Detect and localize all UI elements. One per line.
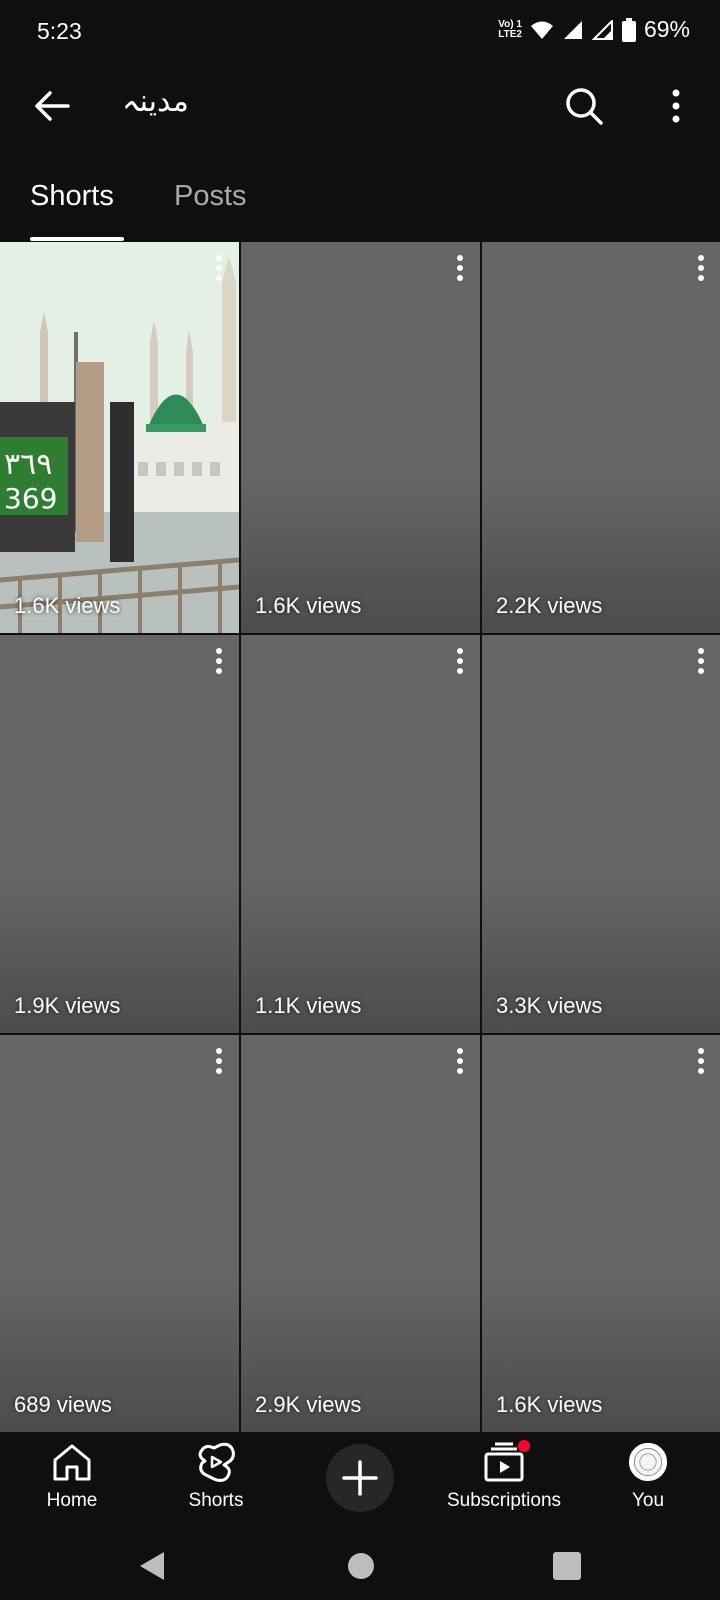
page-title: مدينہ: [122, 85, 189, 118]
nav-home-label: Home: [46, 1490, 98, 1511]
status-icons: Vo) 1 LTE2 69%: [498, 16, 690, 43]
home-icon: [53, 1444, 91, 1481]
signal-icon: [563, 20, 582, 39]
short-tile[interactable]: 3.3K views: [482, 635, 720, 1033]
battery-icon: [621, 17, 636, 42]
more-vert-icon[interactable]: [691, 1047, 711, 1075]
view-count: 1.6K views: [14, 593, 121, 618]
create-button[interactable]: [326, 1444, 394, 1512]
wifi-icon: [530, 21, 553, 39]
more-vert-icon[interactable]: [209, 254, 229, 282]
more-vert-icon[interactable]: [654, 84, 698, 128]
volte-indicator: Vo) 1 LTE2: [498, 18, 522, 40]
short-tile[interactable]: 2.9K views: [241, 1035, 480, 1432]
short-tile[interactable]: 1.1K views: [241, 635, 480, 1033]
short-tile[interactable]: 1.6K views: [482, 1035, 720, 1432]
view-count: 2.9K views: [255, 1392, 362, 1417]
short-tile[interactable]: 2.2K views: [482, 242, 720, 633]
nav-you-label: You: [631, 1490, 665, 1511]
view-count: 689 views: [14, 1392, 112, 1417]
signal-icon-2: [591, 19, 613, 40]
nav-you[interactable]: You: [578, 1442, 718, 1512]
more-vert-icon[interactable]: [450, 647, 470, 675]
system-back-icon[interactable]: [134, 1548, 170, 1584]
shorts-icon: [198, 1442, 235, 1482]
bottom-navigation: Home Shorts Subscriptions You: [0, 1432, 720, 1532]
nav-shorts-label: Shorts: [188, 1490, 244, 1511]
notification-dot: [518, 1440, 530, 1452]
more-vert-icon[interactable]: [209, 647, 229, 675]
short-tile[interactable]: ٣٦٩ 369 1.6K views: [0, 242, 239, 633]
status-bar: 5:23 Vo) 1 LTE2 69%: [0, 0, 720, 64]
more-vert-icon[interactable]: [691, 647, 711, 675]
tab-indicator: [30, 237, 124, 241]
tab-bar: Shorts Posts: [0, 164, 720, 242]
sign-number: 369: [4, 482, 57, 515]
system-recents-icon[interactable]: [552, 1551, 582, 1581]
volte-top-label: Vo) 1: [498, 18, 522, 30]
view-count: 3.3K views: [496, 993, 603, 1018]
nav-home[interactable]: Home: [2, 1442, 142, 1512]
system-navigation-bar: [0, 1532, 720, 1600]
back-arrow-icon[interactable]: [30, 84, 74, 128]
short-tile[interactable]: 1.9K views: [0, 635, 239, 1033]
search-icon[interactable]: [562, 84, 606, 128]
status-time: 5:23: [37, 18, 82, 44]
tab-shorts[interactable]: Shorts: [30, 180, 114, 213]
more-vert-icon[interactable]: [209, 1047, 229, 1075]
view-count: 1.1K views: [255, 993, 362, 1018]
shorts-grid: ٣٦٩ 369 1.6K views 1.6K views 2.2K views…: [0, 242, 720, 1432]
nav-shorts[interactable]: Shorts: [146, 1442, 286, 1512]
battery-level: 69%: [643, 16, 690, 42]
nav-subscriptions-label: Subscriptions: [446, 1490, 562, 1511]
more-vert-icon[interactable]: [450, 1047, 470, 1075]
app-header: مدينہ: [0, 64, 720, 148]
more-vert-icon[interactable]: [691, 254, 711, 282]
system-home-icon[interactable]: [346, 1551, 376, 1581]
thumbnail-image: ٣٦٩ 369: [0, 242, 239, 633]
more-vert-icon[interactable]: [450, 254, 470, 282]
view-count: 1.9K views: [14, 993, 121, 1018]
view-count: 2.2K views: [496, 593, 603, 618]
short-tile[interactable]: 689 views: [0, 1035, 239, 1432]
sign-arabic-number: ٣٦٩: [4, 447, 52, 482]
view-count: 1.6K views: [255, 593, 362, 618]
view-count: 1.6K views: [496, 1392, 603, 1417]
plus-icon: [342, 1460, 378, 1496]
avatar: [628, 1442, 668, 1482]
tab-posts[interactable]: Posts: [174, 180, 247, 213]
volte-bottom-label: LTE2: [498, 28, 522, 40]
nav-subscriptions[interactable]: Subscriptions: [434, 1440, 574, 1512]
short-tile[interactable]: 1.6K views: [241, 242, 480, 633]
